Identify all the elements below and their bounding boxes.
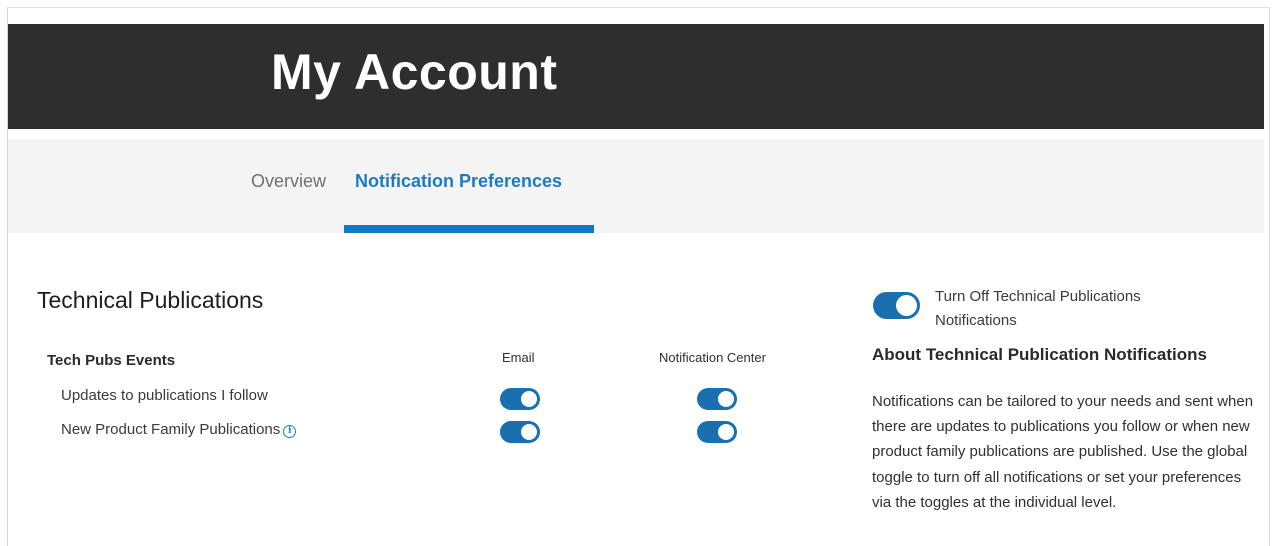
toggle-knob	[896, 295, 917, 316]
event-label-text: New Product Family Publications	[61, 421, 281, 438]
info-icon[interactable]: i	[283, 425, 297, 438]
tab-overview[interactable]: Overview	[251, 170, 326, 192]
toggle-knob	[521, 391, 537, 407]
notification-center-toggle-updates[interactable]	[697, 388, 737, 410]
page-title: My Account	[271, 44, 558, 100]
notification-center-toggle-new-product-family[interactable]	[697, 421, 737, 443]
event-row-label: Updates to publications I follow	[61, 387, 268, 405]
email-toggle-updates[interactable]	[500, 388, 540, 410]
tab-bar: Overview Notification Preferences	[8, 139, 1264, 233]
tab-notification-preferences[interactable]: Notification Preferences	[355, 170, 562, 192]
column-header-notification-center: Notification Center	[659, 350, 766, 365]
event-label-text: Updates to publications I follow	[61, 387, 268, 404]
about-description: Notifications can be tailored to your ne…	[872, 393, 1254, 511]
global-notifications-toggle[interactable]	[873, 292, 920, 319]
active-tab-indicator	[344, 225, 594, 233]
global-toggle-label: Turn Off Technical Publications Notifica…	[935, 288, 1141, 329]
events-group-title: Tech Pubs Events	[47, 352, 176, 369]
page-header: My Account	[8, 24, 1264, 129]
toggle-knob	[521, 424, 537, 440]
email-toggle-new-product-family[interactable]	[500, 421, 540, 443]
toggle-knob	[718, 424, 734, 440]
section-title: Technical Publications	[37, 287, 264, 313]
toggle-knob	[718, 391, 734, 407]
column-header-email: Email	[502, 350, 535, 365]
event-row-label: New Product Family Publications i	[61, 421, 297, 439]
about-title: About Technical Publication Notification…	[872, 345, 1207, 364]
